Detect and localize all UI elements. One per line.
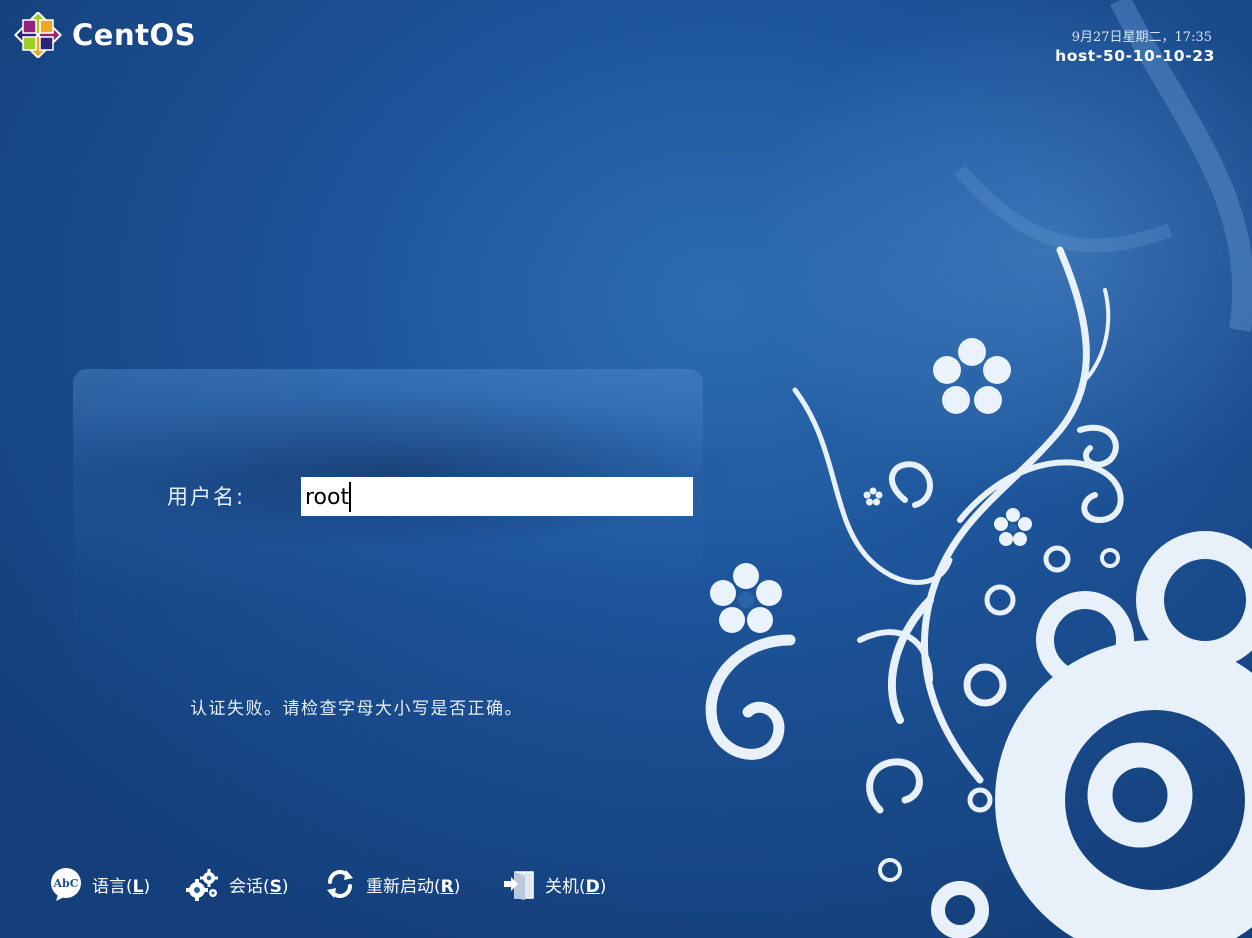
language-label: 语言 xyxy=(92,876,126,897)
login-panel xyxy=(73,369,703,789)
login-screen: CentOS 9月27日星期二，17:35 host-50-10-10-23 用… xyxy=(0,0,1252,938)
username-input[interactable] xyxy=(301,477,693,516)
shutdown-label: 关机 xyxy=(545,876,579,897)
session-accesskey: S xyxy=(269,876,282,897)
language-accesskey: L xyxy=(132,876,144,897)
shutdown-button[interactable]: 关机(D) xyxy=(501,864,606,904)
shutdown-accesskey: D xyxy=(585,876,600,897)
shutdown-icon xyxy=(504,871,534,900)
text-cursor xyxy=(349,482,351,512)
restart-accesskey: R xyxy=(440,876,454,897)
hostname: host-50-10-10-23 xyxy=(1055,47,1215,65)
svg-text:AbC: AbC xyxy=(53,877,79,890)
username-label: 用户名: xyxy=(167,485,246,509)
restart-icon xyxy=(327,870,353,898)
session-label: 会话 xyxy=(229,876,263,897)
centos-logo: CentOS xyxy=(14,12,196,58)
restart-label: 重新启动 xyxy=(366,876,434,897)
restart-button[interactable]: 重新启动(R) xyxy=(322,864,460,904)
session-gears-icon xyxy=(186,869,218,901)
auth-error-message: 认证失败。请检查字母大小写是否正确。 xyxy=(190,699,523,719)
brand-name: CentOS xyxy=(72,18,196,52)
session-button[interactable]: 会话(S) xyxy=(185,864,289,904)
language-icon: AbC xyxy=(51,868,81,901)
centos-logo-icon xyxy=(14,12,62,58)
clock: 9月27日星期二，17:35 xyxy=(1071,30,1212,45)
language-button[interactable]: AbC 语言(L) xyxy=(48,864,150,904)
